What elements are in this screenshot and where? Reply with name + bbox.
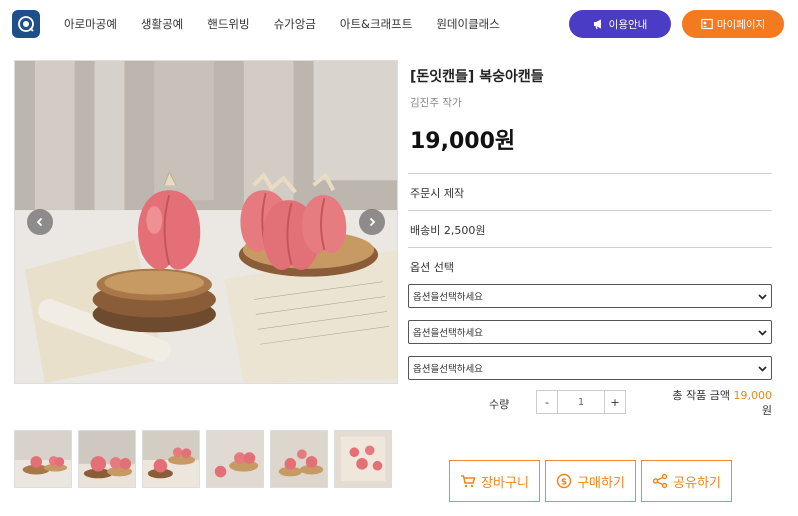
total-price-unit: 원 [761, 404, 772, 417]
product-price: 19,000원 [410, 129, 516, 154]
thumbnail-image [271, 431, 327, 487]
nav-item-weaving[interactable]: 핸드위빙 [207, 16, 249, 32]
buy-now-label: 구매하기 [577, 475, 625, 491]
thumbnail-image [335, 431, 391, 487]
made-to-order-text: 주문시 제작 [410, 187, 465, 200]
total-price-label: 총 작품 금액 [672, 389, 730, 402]
quantity-input[interactable]: 1 [558, 390, 604, 414]
divider [408, 173, 772, 174]
divider [408, 247, 772, 248]
option-heading: 옵션 선택 [410, 261, 454, 274]
guide-button-label: 이용안내 [608, 18, 648, 31]
chevron-left-icon [36, 217, 43, 227]
divider [408, 210, 772, 211]
nav-item-art-craft[interactable]: 아트&크래프트 [340, 16, 412, 32]
share-button[interactable]: 공유하기 [641, 460, 732, 502]
nav-item-sugar[interactable]: 슈가앙금 [274, 16, 316, 32]
thumbnail-5[interactable] [270, 430, 328, 488]
site-header: 아로마공예 생활공예 핸드위빙 슈가앙금 아트&크래프트 원데이클래스 이용안내… [0, 0, 798, 48]
coin-icon: $ [556, 473, 572, 489]
nav-item-aroma[interactable]: 아로마공예 [64, 16, 117, 32]
mypage-button-label: 마이페이지 [716, 18, 766, 31]
main-product-image [14, 60, 398, 384]
total-price: 총 작품 금액 19,000 원 [650, 388, 772, 418]
quantity-label: 수량 [489, 398, 510, 411]
add-to-cart-label: 장바구니 [481, 475, 529, 491]
main-nav: 아로마공예 생활공예 핸드위빙 슈가앙금 아트&크래프트 원데이클래스 [64, 0, 524, 48]
cart-icon [461, 475, 476, 488]
thumbnail-image [79, 431, 135, 487]
option-select-value: 옵션을선택하세요 [413, 292, 483, 303]
thumbnail-image [143, 431, 199, 487]
nav-item-oneday[interactable]: 원데이클래스 [436, 16, 499, 32]
chevron-right-icon [369, 217, 376, 227]
option-select-value: 옵션을선택하세요 [413, 364, 483, 375]
option-select-value: 옵션을선택하세요 [413, 328, 483, 339]
svg-text:$: $ [561, 478, 567, 488]
chevron-down-icon [758, 294, 767, 300]
logo-icon [18, 16, 34, 32]
share-icon [652, 473, 668, 489]
option-select-3[interactable]: 옵션을선택하세요 [408, 356, 772, 380]
share-label: 공유하기 [673, 475, 721, 491]
add-to-cart-button[interactable]: 장바구니 [449, 460, 540, 502]
quantity-minus-button[interactable]: - [536, 390, 558, 414]
prev-image-button[interactable] [27, 209, 53, 235]
nav-item-living[interactable]: 생활공예 [141, 16, 183, 32]
total-price-amount: 19,000 [733, 389, 773, 402]
buy-now-button[interactable]: $ 구매하기 [545, 460, 636, 502]
shipping-fee-text: 배송비 2,500원 [410, 224, 486, 237]
site-logo[interactable] [12, 10, 40, 38]
option-select-1[interactable]: 옵션을선택하세요 [408, 284, 772, 308]
product-title: [돈잇캔들] 복숭아캔들 [410, 69, 544, 85]
mypage-button[interactable]: 마이페이지 [682, 10, 784, 38]
thumbnail-image [207, 431, 263, 487]
thumbnail-3[interactable] [142, 430, 200, 488]
thumbnail-1[interactable] [14, 430, 72, 488]
id-card-icon [701, 18, 713, 30]
thumbnail-4[interactable] [206, 430, 264, 488]
thumbnail-6[interactable] [334, 430, 392, 488]
next-image-button[interactable] [359, 209, 385, 235]
option-select-2[interactable]: 옵션을선택하세요 [408, 320, 772, 344]
chevron-down-icon [758, 330, 767, 336]
thumbnail-image [15, 431, 71, 487]
megaphone-icon [593, 19, 601, 30]
chevron-down-icon [758, 366, 767, 372]
artist-name[interactable]: 김진주 작가 [410, 95, 462, 110]
guide-button[interactable]: 이용안내 [569, 10, 671, 38]
thumbnail-strip [14, 430, 392, 488]
peach-candle-photo [15, 61, 397, 383]
quantity-stepper: - 1 + [536, 390, 626, 414]
thumbnail-2[interactable] [78, 430, 136, 488]
quantity-plus-button[interactable]: + [604, 390, 626, 414]
